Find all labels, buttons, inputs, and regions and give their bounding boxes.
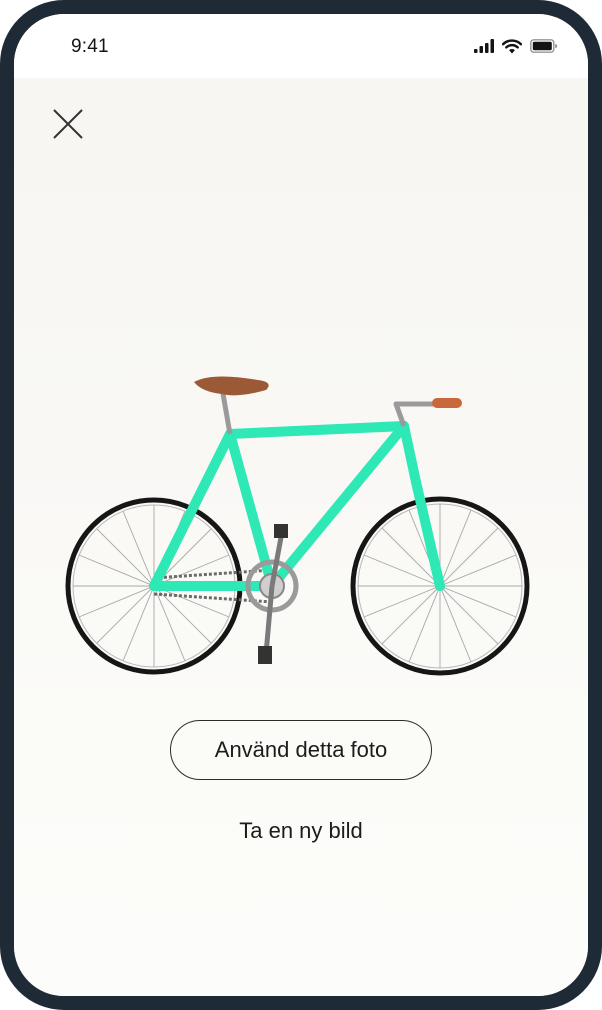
retake-photo-link[interactable]: Ta en ny bild [164, 818, 438, 844]
battery-icon [530, 39, 558, 53]
phone-frame: 9:41 Använd detta foto Ta en ny bild [0, 0, 602, 1010]
use-photo-button[interactable]: Använd detta foto [170, 720, 432, 780]
signal-icon [474, 39, 494, 53]
photo-preview [14, 78, 588, 996]
status-bar: 9:41 [14, 14, 588, 78]
bicycle-photo [65, 376, 530, 676]
status-icons [474, 38, 558, 54]
wifi-icon [502, 38, 522, 53]
screen: 9:41 Använd detta foto Ta en ny bild [14, 14, 588, 996]
status-time: 9:41 [71, 36, 109, 57]
close-icon[interactable] [50, 106, 86, 142]
